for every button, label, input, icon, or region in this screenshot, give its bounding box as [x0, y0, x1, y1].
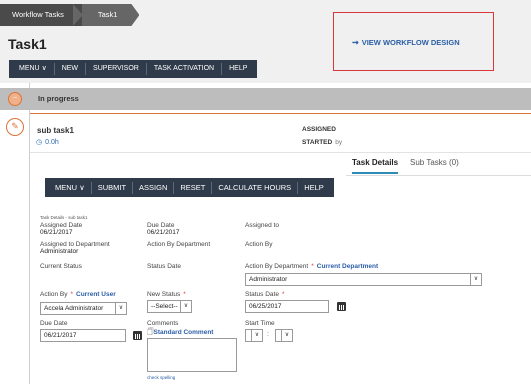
- assigned-date-label: Assigned Date: [40, 222, 83, 229]
- pencil-icon[interactable]: ✎: [6, 118, 24, 136]
- chevron-down-icon: ∨: [79, 183, 85, 192]
- time-separator: :: [267, 331, 269, 338]
- chevron-down-icon: ∨: [180, 301, 191, 312]
- calendar-icon[interactable]: [133, 331, 142, 340]
- clock-icon: ◷: [36, 139, 43, 146]
- current-department-link[interactable]: Current Department: [317, 263, 378, 270]
- action-by-select[interactable]: Accela Administrator ∨: [40, 302, 127, 315]
- assigned-to-label: Assigned to: [245, 222, 279, 229]
- view-workflow-design-label: VIEW WORKFLOW DESIGN: [361, 38, 460, 47]
- due-date-value: 06/21/2017: [147, 229, 180, 236]
- assign-button[interactable]: ASSIGN: [133, 178, 173, 197]
- due-date-input[interactable]: 06/21/2017: [40, 329, 126, 342]
- divider: [30, 152, 531, 153]
- supervisor-button[interactable]: SUPERVISOR: [86, 60, 146, 78]
- sub-help-button[interactable]: HELP: [298, 178, 330, 197]
- menu-button[interactable]: MENU ∨: [12, 60, 54, 78]
- chevron-down-icon: ∨: [251, 330, 262, 341]
- action-by-dept-label: Action By Department: [147, 241, 211, 248]
- tab-sub-tasks[interactable]: Sub Tasks (0): [410, 158, 459, 172]
- breadcrumb: Workflow Tasks Task1: [0, 4, 139, 26]
- time-value: 0.0h: [45, 138, 59, 146]
- comments-textarea[interactable]: [147, 338, 237, 372]
- tab-underline: [346, 175, 531, 176]
- status-bar: In progress: [0, 88, 531, 110]
- tab-task-details[interactable]: Task Details: [352, 158, 399, 174]
- task-time: ◷ 0.0h: [36, 138, 59, 147]
- started-label: STARTED by: [302, 139, 343, 146]
- task-activation-button[interactable]: TASK ACTIVATION: [147, 60, 221, 78]
- started-by: by: [335, 139, 343, 146]
- calendar-icon[interactable]: [337, 302, 346, 311]
- assigned-dept-value: Administrator: [40, 248, 79, 255]
- assigned-label: ASSIGNED: [302, 126, 336, 133]
- comments-label: Comments: [147, 320, 179, 327]
- help-button[interactable]: HELP: [222, 60, 254, 78]
- new-button[interactable]: NEW: [55, 60, 85, 78]
- submit-button[interactable]: SUBMIT: [92, 178, 132, 197]
- check-spelling-link[interactable]: check spelling: [147, 375, 175, 380]
- current-status-label: Current Status: [40, 263, 82, 270]
- breadcrumb-task1[interactable]: Task1: [82, 4, 140, 26]
- chevron-down-icon: ∨: [115, 303, 126, 314]
- new-status-select[interactable]: --Select-- ∨: [147, 300, 192, 313]
- collapse-icon[interactable]: −: [8, 92, 22, 106]
- start-time-label: Start Time: [245, 320, 275, 327]
- progress-line: [30, 113, 531, 114]
- status-label: In progress: [38, 94, 79, 103]
- start-time-minute-select[interactable]: ∨: [275, 329, 293, 342]
- breadcrumb-workflow-tasks[interactable]: Workflow Tasks: [0, 4, 82, 26]
- due-date-form-label: Due Date: [40, 320, 68, 327]
- task-name: sub task1: [37, 126, 74, 135]
- new-status-label: New Status *: [147, 291, 186, 298]
- status-date-form-label: Status Date *: [245, 291, 285, 298]
- form-action-by-dept-label: Action By Department * Current Department: [245, 263, 379, 270]
- status-date-input[interactable]: 06/25/2017: [245, 300, 329, 313]
- current-user-link[interactable]: Current User: [76, 291, 116, 298]
- assigned-dept-label: Assigned to Department: [40, 241, 110, 248]
- action-by-label: Action By: [245, 241, 273, 248]
- start-time-hour-select[interactable]: ∨: [245, 329, 263, 342]
- chevron-down-icon: ∨: [281, 330, 292, 341]
- view-workflow-design-link[interactable]: ⇝ VIEW WORKFLOW DESIGN: [352, 38, 460, 47]
- chevron-down-icon: ∨: [41, 65, 47, 72]
- action-by-dept-select[interactable]: Administrator ∨: [245, 273, 482, 286]
- top-menu-bar: MENU ∨ NEW SUPERVISOR TASK ACTIVATION HE…: [9, 60, 258, 78]
- due-date-label: Due Date: [147, 222, 175, 229]
- form-action-by-label: Action By * Current User: [40, 291, 116, 298]
- reset-button[interactable]: RESET: [174, 178, 211, 197]
- page-title: Task1: [8, 36, 47, 52]
- sub-menu-button[interactable]: MENU ∨: [49, 178, 91, 197]
- sub-menu-bar: MENU ∨ SUBMIT ASSIGN RESET CALCULATE HOU…: [45, 178, 334, 197]
- details-caption: Task Details - sub task1: [40, 215, 88, 220]
- chevron-down-icon: ∨: [470, 274, 481, 285]
- calculate-hours-button[interactable]: CALCULATE HOURS: [212, 178, 297, 197]
- workflow-icon: ⇝: [352, 38, 359, 47]
- status-date-label: Status Date: [147, 263, 181, 270]
- assigned-date-value: 06/21/2017: [40, 229, 73, 236]
